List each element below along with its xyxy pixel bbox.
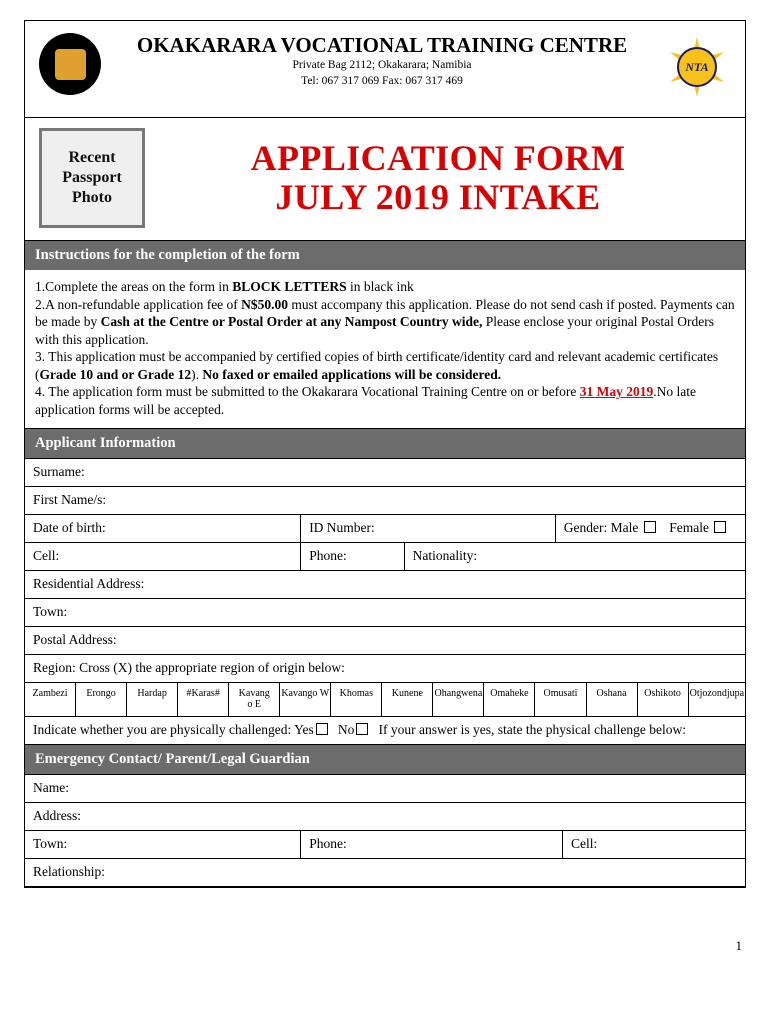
row-town: Town: [25, 598, 745, 626]
row-physically-challenged: Indicate whether you are physically chal… [25, 716, 745, 744]
row-ec-town-phone-cell: Town: Phone: Cell: [25, 830, 745, 858]
instruction-1: 1.Complete the areas on the form in BLOC… [35, 278, 735, 296]
photo-box-label: Recent Passport Photo [62, 148, 122, 208]
row-residential: Residential Address: [25, 570, 745, 598]
org-address-line-1: Private Bag 2112; Okakarara; Namibia [101, 58, 663, 74]
instr3-b: Grade 10 and or Grade 12 [40, 367, 192, 382]
field-id-number[interactable]: ID Number: [301, 515, 556, 542]
org-title: OKAKARARA VOCATIONAL TRAINING CENTRE [101, 33, 663, 58]
instructions-body: 1.Complete the areas on the form in BLOC… [25, 270, 745, 428]
instruction-3: 3. This application must be accompanied … [35, 348, 735, 383]
row-firstnames: First Name/s: [25, 486, 745, 514]
form-title-line-1: APPLICATION FORM [251, 139, 626, 178]
field-dob[interactable]: Date of birth: [25, 515, 301, 542]
region-kavango-e[interactable]: Kavang o E [229, 683, 280, 716]
region-ohangwena[interactable]: Ohangwena [433, 683, 484, 716]
row-surname: Surname: [25, 458, 745, 486]
row-ec-address: Address: [25, 802, 745, 830]
row-dob-id-gender: Date of birth: ID Number: Gender: Male F… [25, 514, 745, 542]
passport-photo-placeholder[interactable]: Recent Passport Photo [39, 128, 145, 228]
field-ec-address[interactable]: Address: [25, 803, 745, 830]
field-gender[interactable]: Gender: Male Female [556, 515, 745, 542]
region-omusati[interactable]: Omusati [535, 683, 586, 716]
field-residential-address[interactable]: Residential Address: [25, 571, 745, 598]
region-grid: Zambezi Erongo Hardap #Karas# Kavang o E… [25, 682, 745, 716]
field-phone[interactable]: Phone: [301, 543, 404, 570]
phys-label-b: No [338, 722, 355, 737]
instr1-b: BLOCK LETTERS [232, 279, 346, 294]
instr3-d: No faxed or emailed applications will be… [202, 367, 501, 382]
checkbox-male[interactable] [644, 521, 656, 533]
org-logo-right: NTA [663, 33, 731, 101]
region-khomas[interactable]: Khomas [331, 683, 382, 716]
checkbox-female[interactable] [714, 521, 726, 533]
field-surname[interactable]: Surname: [25, 459, 745, 486]
region-omaheke[interactable]: Omaheke [484, 683, 535, 716]
title-row: Recent Passport Photo APPLICATION FORM J… [25, 118, 745, 240]
phys-label-c: If your answer is yes, state the physica… [379, 722, 686, 737]
region-instruction: Region: Cross (X) the appropriate region… [25, 655, 745, 682]
field-postal-address[interactable]: Postal Address: [25, 627, 745, 654]
section-head-emergency: Emergency Contact/ Parent/Legal Guardian [25, 744, 745, 774]
instruction-2: 2.A non-refundable application fee of N$… [35, 296, 735, 349]
field-ec-phone[interactable]: Phone: [301, 831, 563, 858]
checkbox-phys-yes[interactable] [316, 723, 328, 735]
field-ec-relationship[interactable]: Relationship: [25, 859, 745, 886]
form-title-wrap: APPLICATION FORM JULY 2019 INTAKE [145, 128, 731, 228]
field-town[interactable]: Town: [25, 599, 745, 626]
instr4-a: 4. The application form must be submitte… [35, 384, 580, 399]
nta-logo-text: NTA [677, 47, 717, 87]
phys-label-a: Indicate whether you are physically chal… [33, 722, 314, 737]
field-nationality[interactable]: Nationality: [405, 543, 745, 570]
field-cell[interactable]: Cell: [25, 543, 301, 570]
region-karas[interactable]: #Karas# [178, 683, 229, 716]
header: OKAKARARA VOCATIONAL TRAINING CENTRE Pri… [25, 21, 745, 118]
field-ec-cell[interactable]: Cell: [563, 831, 745, 858]
instr2-d: Cash at the Centre or Postal Order at an… [101, 314, 483, 329]
instruction-4: 4. The application form must be submitte… [35, 383, 735, 418]
header-text-block: OKAKARARA VOCATIONAL TRAINING CENTRE Pri… [101, 33, 663, 89]
document-page: OKAKARARA VOCATIONAL TRAINING CENTRE Pri… [24, 20, 746, 888]
row-ec-relationship: Relationship: [25, 858, 745, 887]
region-oshana[interactable]: Oshana [587, 683, 638, 716]
field-physically-challenged[interactable]: Indicate whether you are physically chal… [25, 717, 745, 744]
org-logo-left [39, 33, 101, 95]
section-head-applicant: Applicant Information [25, 428, 745, 458]
field-ec-town[interactable]: Town: [25, 831, 301, 858]
region-otjozondjupa[interactable]: Otjozondjupa [689, 683, 745, 716]
row-postal: Postal Address: [25, 626, 745, 654]
field-ec-name[interactable]: Name: [25, 775, 745, 802]
checkbox-phys-no[interactable] [356, 723, 368, 735]
section-head-instructions: Instructions for the completion of the f… [25, 240, 745, 270]
region-kavango-w[interactable]: Kavango W [280, 683, 331, 716]
page-number: 1 [0, 938, 742, 954]
instr2-a: 2.A non-refundable application fee of [35, 297, 241, 312]
form-title-line-2: JULY 2019 INTAKE [275, 178, 600, 217]
gender-male-label: Gender: Male [564, 520, 639, 535]
deadline-date: 31 May 2019 [580, 384, 654, 399]
row-cell-phone-nat: Cell: Phone: Nationality: [25, 542, 745, 570]
row-region-label: Region: Cross (X) the appropriate region… [25, 654, 745, 682]
instr1-c: in black ink [347, 279, 414, 294]
row-ec-name: Name: [25, 774, 745, 802]
org-address-line-2: Tel: 067 317 069 Fax: 067 317 469 [101, 74, 663, 90]
instr1-a: 1.Complete the areas on the form in [35, 279, 232, 294]
region-oshikoto[interactable]: Oshikoto [638, 683, 689, 716]
instr2-b: N$50.00 [241, 297, 288, 312]
field-firstnames[interactable]: First Name/s: [25, 487, 745, 514]
region-kunene[interactable]: Kunene [382, 683, 433, 716]
instr3-c: ). [191, 367, 202, 382]
gender-female-label: Female [669, 520, 709, 535]
region-hardap[interactable]: Hardap [127, 683, 178, 716]
region-zambezi[interactable]: Zambezi [25, 683, 76, 716]
region-erongo[interactable]: Erongo [76, 683, 127, 716]
